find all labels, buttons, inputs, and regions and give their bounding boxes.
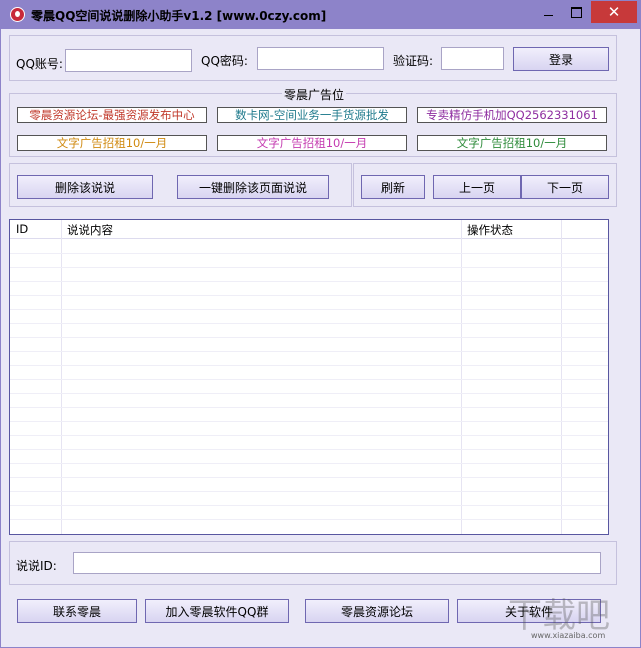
forum-button[interactable]: 零晨资源论坛	[305, 599, 449, 623]
row-divider	[10, 253, 608, 254]
posts-table[interactable]: ID 说说内容 操作状态	[9, 219, 609, 535]
row-divider	[10, 379, 608, 380]
next-page-button[interactable]: 下一页	[521, 175, 609, 199]
row-divider	[10, 491, 608, 492]
row-divider	[10, 295, 608, 296]
close-icon: ✕	[607, 3, 621, 21]
ad-link[interactable]: 文字广告招租10/一月	[17, 135, 207, 151]
login-button[interactable]: 登录	[513, 47, 609, 71]
row-divider	[10, 477, 608, 478]
row-divider	[10, 435, 608, 436]
close-button[interactable]: ✕	[591, 1, 637, 23]
qq-password-label: QQ密码:	[201, 54, 248, 68]
row-divider	[10, 505, 608, 506]
ad-link[interactable]: 文字广告招租10/一月	[417, 135, 607, 151]
qq-account-label: QQ账号:	[16, 57, 63, 71]
delete-post-button[interactable]: 删除该说说	[17, 175, 153, 199]
title-bar[interactable]: 零晨QQ空间说说删除小助手v1.2 [www.0czy.com] ✕	[1, 1, 640, 29]
captcha-label: 验证码:	[393, 54, 434, 68]
row-divider	[10, 351, 608, 352]
row-divider	[10, 323, 608, 324]
row-divider	[10, 407, 608, 408]
post-id-input[interactable]	[73, 552, 601, 574]
row-divider	[10, 365, 608, 366]
svg-text:下载吧: 下载吧	[508, 596, 610, 636]
maximize-icon	[571, 6, 582, 18]
window-title: 零晨QQ空间说说删除小助手v1.2 [www.0czy.com]	[31, 9, 327, 23]
qq-account-input[interactable]	[65, 49, 192, 72]
row-divider	[10, 267, 608, 268]
main-window: 零晨QQ空间说说删除小助手v1.2 [www.0czy.com] ✕ QQ账号:…	[0, 0, 641, 648]
column-header-status[interactable]: 操作状态	[467, 222, 513, 238]
ad-link[interactable]: 文字广告招租10/一月	[217, 135, 407, 151]
app-logo-icon	[10, 7, 25, 22]
column-header-content[interactable]: 说说内容	[67, 222, 113, 238]
row-divider	[10, 281, 608, 282]
minimize-button[interactable]	[535, 1, 562, 23]
contact-button[interactable]: 联系零晨	[17, 599, 137, 623]
column-header-id[interactable]: ID	[16, 222, 28, 236]
row-divider	[10, 337, 608, 338]
minimize-icon	[544, 14, 553, 16]
qq-password-input[interactable]	[257, 47, 384, 70]
post-id-label: 说说ID:	[16, 559, 57, 573]
captcha-input[interactable]	[441, 47, 504, 70]
row-divider	[10, 421, 608, 422]
ad-link[interactable]: 专卖精仿手机加QQ2562331061	[417, 107, 607, 123]
delete-page-posts-button[interactable]: 一键删除该页面说说	[177, 175, 329, 199]
refresh-button[interactable]: 刷新	[361, 175, 425, 199]
row-divider	[10, 393, 608, 394]
join-qq-group-button[interactable]: 加入零晨软件QQ群	[145, 599, 289, 623]
row-divider	[10, 449, 608, 450]
watermark-text: www.xiazaiba.com	[531, 631, 606, 640]
ad-link[interactable]: 数卡网-空间业务一手货源批发	[217, 107, 407, 123]
maximize-button[interactable]	[563, 1, 590, 23]
row-divider	[10, 519, 608, 520]
prev-page-button[interactable]: 上一页	[433, 175, 521, 199]
row-divider	[10, 463, 608, 464]
row-divider	[10, 309, 608, 310]
ad-link[interactable]: 零晨资源论坛-最强资源发布中心	[17, 107, 207, 123]
ads-section-title: 零晨广告位	[282, 86, 347, 103]
table-header: ID 说说内容 操作状态	[10, 220, 608, 239]
